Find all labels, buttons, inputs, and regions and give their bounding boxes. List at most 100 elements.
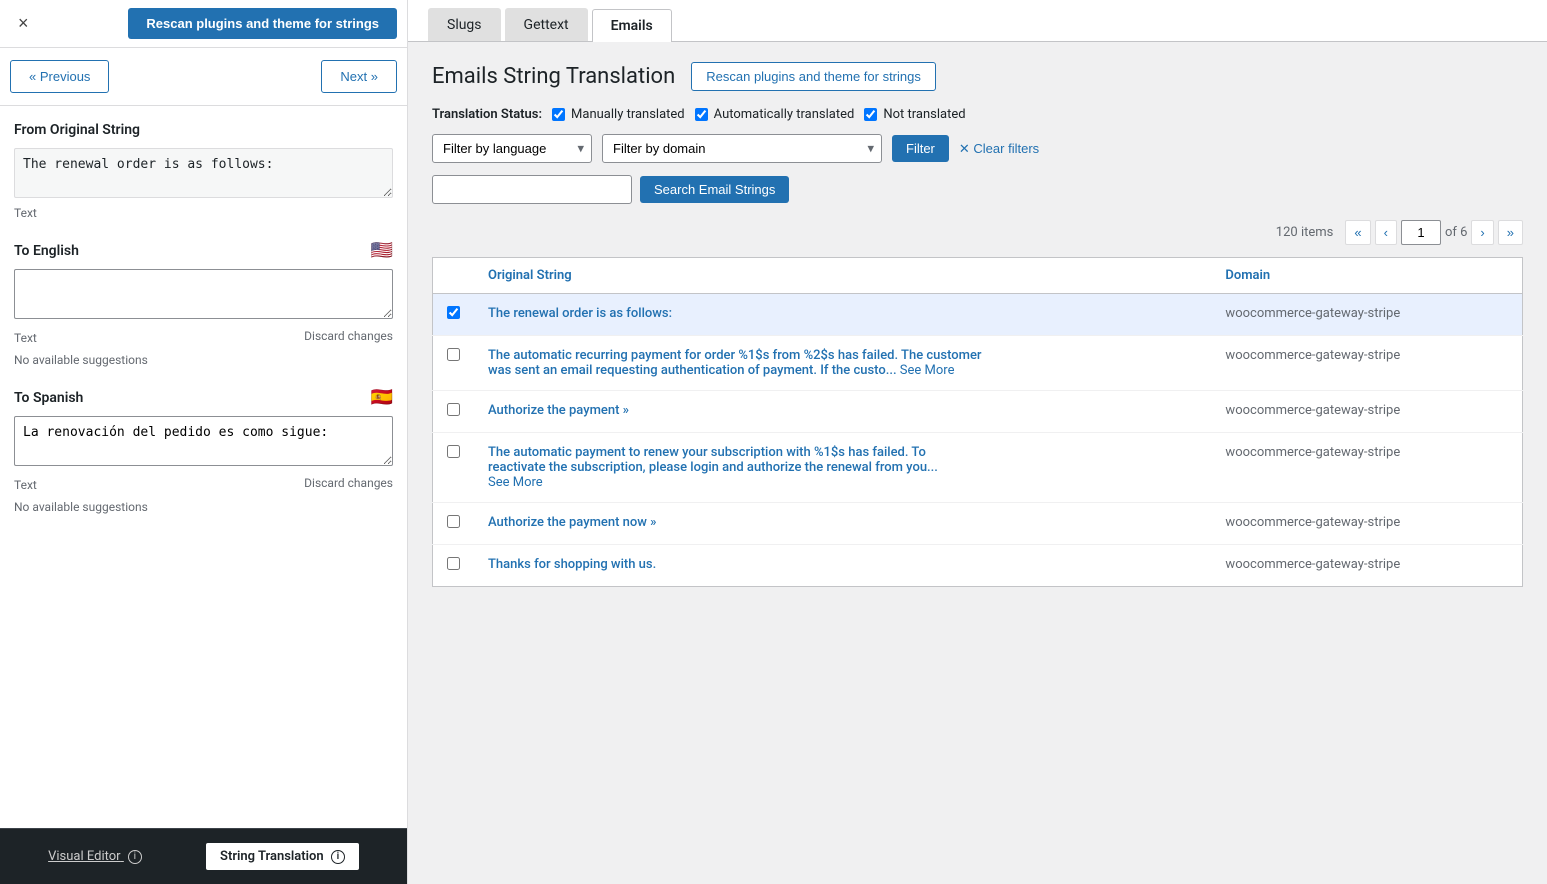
english-flag-icon: 🇺🇸	[371, 240, 393, 261]
string-link[interactable]: The renewal order is as follows:	[488, 306, 672, 321]
string-link[interactable]: Authorize the payment now »	[488, 515, 656, 530]
table-header-row: Original String Domain	[433, 258, 1523, 294]
english-field-row: Text Discard changes	[14, 327, 393, 345]
to-spanish-section: To Spanish 🇪🇸 La renovación del pedido e…	[14, 387, 393, 514]
next-page-button[interactable]: ›	[1471, 220, 1493, 245]
original-string-col-header: Original String	[474, 258, 1211, 294]
visual-editor-link[interactable]: Visual Editor i	[48, 849, 142, 864]
search-row: Search Email Strings	[432, 175, 1523, 204]
from-string-textarea[interactable]: The renewal order is as follows:	[14, 148, 393, 198]
domain-cell: woocommerce-gateway-stripe	[1211, 391, 1522, 433]
to-english-title: To English	[14, 243, 79, 259]
next-button[interactable]: Next »	[321, 60, 397, 93]
english-discard-link[interactable]: Discard changes	[304, 329, 393, 343]
english-suggestions: No available suggestions	[14, 353, 393, 367]
language-filter-wrap: Filter by language	[432, 134, 592, 163]
nav-bar: « Previous Next »	[0, 48, 407, 106]
visual-editor-info-icon: i	[128, 850, 142, 864]
not-translated-checkbox[interactable]	[864, 108, 877, 121]
strings-table: Original String Domain The renewal order…	[432, 257, 1523, 587]
domain-cell: woocommerce-gateway-stripe	[1211, 336, 1522, 391]
last-page-button[interactable]: »	[1498, 220, 1523, 245]
left-panel: × Rescan plugins and theme for strings «…	[0, 0, 408, 884]
domain-cell: woocommerce-gateway-stripe	[1211, 294, 1522, 336]
save-translation-button[interactable]: Rescan plugins and theme for strings	[128, 8, 397, 39]
table-row: Authorize the payment » woocommerce-gatew…	[433, 391, 1523, 433]
main-content: Emails String Translation Rescan plugins…	[408, 42, 1547, 884]
english-field-type: Text	[14, 331, 37, 345]
domain-cell: woocommerce-gateway-stripe	[1211, 433, 1522, 503]
to-spanish-title: To Spanish	[14, 390, 83, 406]
top-bar: × Rescan plugins and theme for strings	[0, 0, 407, 48]
row-checkbox[interactable]	[447, 348, 460, 361]
domain-filter-wrap: Filter by domain	[602, 134, 882, 163]
row-checkbox[interactable]	[447, 515, 460, 528]
manually-translated-checkbox[interactable]	[552, 108, 565, 121]
table-row: The automatic payment to renew your subs…	[433, 433, 1523, 503]
not-translated-label: Not translated	[883, 107, 965, 122]
see-more-link[interactable]: See More	[488, 475, 543, 490]
spanish-discard-link[interactable]: Discard changes	[304, 476, 393, 490]
filter-selects-row: Filter by language Filter by domain Filt…	[432, 134, 1523, 163]
search-input[interactable]	[432, 175, 632, 204]
checkbox-col-header	[433, 258, 475, 294]
row-checkbox[interactable]	[447, 306, 460, 319]
automatically-translated-checkbox-group[interactable]: Automatically translated	[695, 107, 855, 122]
table-row: The renewal order is as follows: woocomme…	[433, 294, 1523, 336]
to-english-header: To English 🇺🇸	[14, 240, 393, 261]
tab-emails[interactable]: Emails	[592, 9, 672, 42]
rescan-button[interactable]: Rescan plugins and theme for strings	[691, 62, 936, 91]
from-section-title: From Original String	[14, 122, 393, 138]
table-body: The renewal order is as follows: woocomme…	[433, 294, 1523, 587]
total-items: 120 items	[1276, 225, 1334, 240]
search-button[interactable]: Search Email Strings	[640, 176, 789, 203]
clear-filters-button[interactable]: ✕ Clear filters	[959, 141, 1039, 157]
string-link[interactable]: The automatic payment to renew your subs…	[488, 445, 938, 475]
string-link[interactable]: Thanks for shopping with us.	[488, 557, 656, 572]
language-filter-select[interactable]: Filter by language	[432, 134, 592, 163]
manually-translated-label: Manually translated	[571, 107, 685, 122]
to-spanish-header: To Spanish 🇪🇸	[14, 387, 393, 408]
prev-page-button[interactable]: ‹	[1375, 220, 1397, 245]
tab-slugs[interactable]: Slugs	[428, 8, 501, 41]
filter-row: Translation Status: Manually translated …	[432, 107, 1523, 122]
automatically-translated-label: Automatically translated	[714, 107, 855, 122]
string-translation-button[interactable]: String Translation i	[206, 843, 359, 870]
to-english-input[interactable]	[14, 269, 393, 319]
spanish-suggestions: No available suggestions	[14, 500, 393, 514]
spanish-field-type: Text	[14, 478, 37, 492]
table-row: Thanks for shopping with us.woocommerce-…	[433, 545, 1523, 587]
bottom-bar: Visual Editor i String Translation i	[0, 828, 407, 884]
spanish-flag-icon: 🇪🇸	[371, 387, 393, 408]
right-panel: Slugs Gettext Emails Emails String Trans…	[408, 0, 1547, 884]
first-page-button[interactable]: «	[1345, 220, 1370, 245]
to-english-section: To English 🇺🇸 Text Discard changes No av…	[14, 240, 393, 367]
translation-status-label: Translation Status:	[432, 107, 542, 122]
not-translated-checkbox-group[interactable]: Not translated	[864, 107, 965, 122]
close-button[interactable]: ×	[10, 9, 37, 38]
row-checkbox[interactable]	[447, 557, 460, 570]
domain-col-header: Domain	[1211, 258, 1522, 294]
spanish-field-row: Text Discard changes	[14, 474, 393, 492]
manually-translated-checkbox-group[interactable]: Manually translated	[552, 107, 685, 122]
pagination: 120 items « ‹ 1 of 6 › »	[432, 220, 1523, 245]
string-translation-info-icon: i	[331, 850, 345, 864]
to-spanish-input[interactable]: La renovación del pedido es como sigue:	[14, 416, 393, 466]
string-link[interactable]: Authorize the payment »	[488, 403, 629, 418]
filter-button[interactable]: Filter	[892, 135, 949, 162]
from-field-type: Text	[14, 206, 393, 220]
tab-gettext[interactable]: Gettext	[505, 8, 588, 41]
table-row: The automatic recurring payment for orde…	[433, 336, 1523, 391]
left-content: From Original String The renewal order i…	[0, 106, 407, 828]
domain-filter-select[interactable]: Filter by domain	[602, 134, 882, 163]
page-number-input[interactable]: 1	[1401, 220, 1441, 245]
page-header: Emails String Translation Rescan plugins…	[432, 62, 1523, 91]
row-checkbox[interactable]	[447, 445, 460, 458]
automatically-translated-checkbox[interactable]	[695, 108, 708, 121]
row-checkbox[interactable]	[447, 403, 460, 416]
previous-button[interactable]: « Previous	[10, 60, 109, 93]
table-row: Authorize the payment now »woocommerce-g…	[433, 503, 1523, 545]
page-title: Emails String Translation	[432, 64, 675, 89]
see-more-link[interactable]: See More	[897, 363, 955, 378]
of-pages-label: of 6	[1445, 225, 1467, 240]
